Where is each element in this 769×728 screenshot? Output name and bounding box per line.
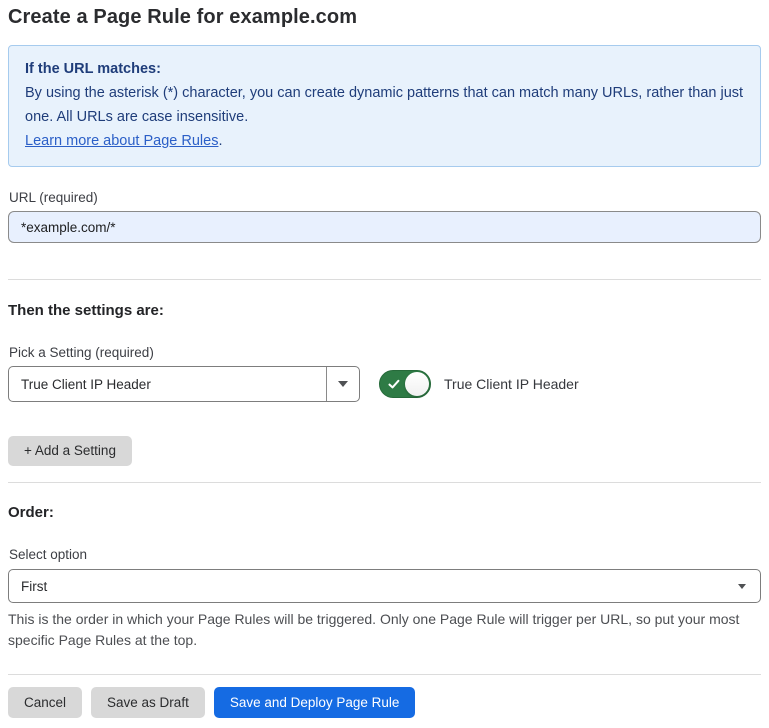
add-setting-button[interactable]: + Add a Setting: [8, 436, 132, 466]
order-section: Order: Select option First This is the o…: [8, 504, 761, 651]
setting-select[interactable]: True Client IP Header: [8, 366, 360, 402]
toggle-label: True Client IP Header: [444, 376, 579, 392]
order-select-label: Select option: [9, 547, 761, 562]
url-input[interactable]: [8, 211, 761, 243]
page-title: Create a Page Rule for example.com: [8, 6, 761, 29]
info-box-heading: If the URL matches:: [25, 57, 744, 81]
save-deploy-button[interactable]: Save and Deploy Page Rule: [214, 687, 416, 718]
setting-row: True Client IP Header True Client IP Hea…: [8, 366, 761, 402]
save-draft-button[interactable]: Save as Draft: [91, 687, 205, 718]
url-field-label: URL (required): [9, 190, 761, 205]
footer-divider: [8, 674, 761, 675]
cancel-button[interactable]: Cancel: [8, 687, 82, 718]
footer-actions: Cancel Save as Draft Save and Deploy Pag…: [8, 687, 761, 718]
learn-more-link[interactable]: Learn more about Page Rules: [25, 133, 218, 149]
check-icon: [388, 378, 400, 390]
order-help-text: This is the order in which your Page Rul…: [8, 609, 760, 651]
url-match-info-box: If the URL matches: By using the asteris…: [8, 45, 761, 167]
select-arrow-section: [326, 367, 359, 401]
settings-section-heading: Then the settings are:: [8, 302, 761, 319]
pick-setting-label: Pick a Setting (required): [9, 345, 761, 360]
section-divider: [8, 279, 761, 280]
order-select[interactable]: First: [8, 569, 761, 603]
info-box-link-line: Learn more about Page Rules.: [25, 129, 744, 153]
chevron-down-icon: [738, 584, 746, 589]
setting-toggle[interactable]: [379, 370, 431, 398]
order-select-value: First: [9, 579, 760, 594]
create-page-rule-form: Create a Page Rule for example.com If th…: [0, 0, 769, 728]
toggle-knob: [405, 372, 429, 396]
order-section-heading: Order:: [8, 504, 761, 521]
info-box-body: By using the asterisk (*) character, you…: [25, 81, 744, 129]
setting-select-value: True Client IP Header: [9, 377, 326, 392]
chevron-down-icon: [338, 381, 348, 387]
link-period: .: [218, 133, 222, 149]
section-divider: [8, 482, 761, 483]
